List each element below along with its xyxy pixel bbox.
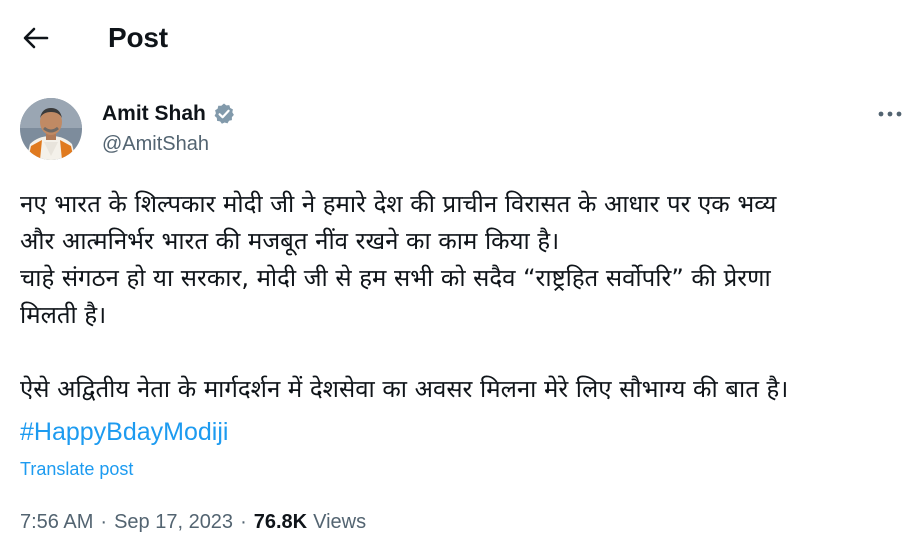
verified-badge-icon[interactable] [212,102,236,126]
post-date[interactable]: Sep 17, 2023 [114,508,233,536]
tweet-line: और आत्मनिर्भर भारत की मजबूत नींव रखने का… [20,227,560,255]
post-time[interactable]: 7:56 AM [20,508,93,536]
more-options-button[interactable] [872,100,908,128]
avatar[interactable] [20,98,82,160]
tweet-line: चाहे संगठन हो या सरकार, मोदी जी से हम सभ… [20,264,771,292]
tweet-text: नए भारत के शिल्पकार मोदी जी ने हमारे देश… [20,186,905,408]
translate-post-link[interactable]: Translate post [20,456,133,482]
meta-separator: · [100,511,108,533]
tweet-line: मिलती है। [20,301,107,329]
more-horizontal-icon [878,111,902,117]
author-name-row: Amit Shah [102,100,236,128]
tweet-meta: 7:56 AM · Sep 17, 2023 · 76.8K Views [20,508,366,536]
top-bar: Post [0,0,912,76]
views-label: Views [313,511,367,533]
hashtag-link[interactable]: #HappyBdayModiji [20,414,228,450]
meta-separator: · [240,511,247,533]
arrow-left-icon [23,27,49,49]
back-button[interactable] [14,18,58,58]
author-handle[interactable]: @AmitShah [102,130,209,158]
page-title: Post [108,22,168,53]
views-count: 76.8K [253,511,308,533]
tweet-line: नए भारत के शिल्पकार मोदी जी ने हमारे देश… [20,190,777,218]
author-name[interactable]: Amit Shah [102,100,206,128]
tweet-line: ऐसे अद्वितीय नेता के मार्गदर्शन में देशस… [20,375,789,403]
